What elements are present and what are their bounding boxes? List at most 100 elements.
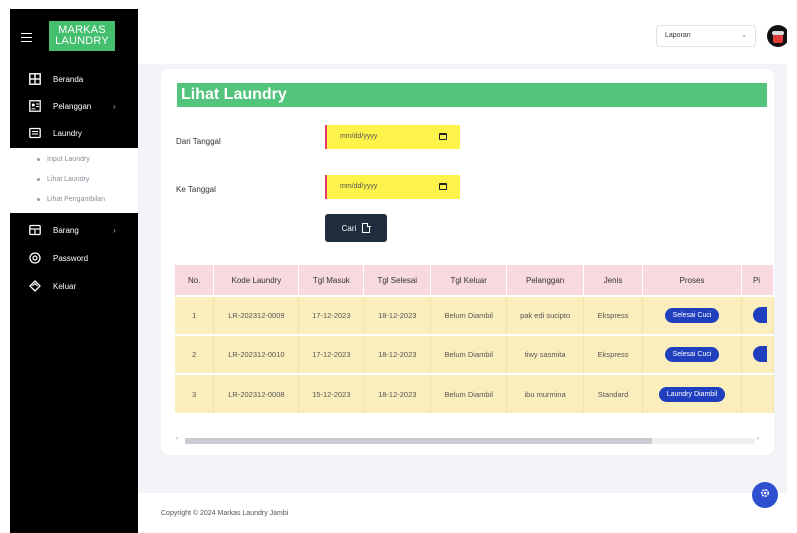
search-button-label: Cari: [341, 223, 357, 233]
laundry-table-wrapper[interactable]: No. Kode Laundry Tgl Masuk Tgl Selesai T…: [175, 265, 774, 413]
cell-tgl-masuk: 17-12-2023: [298, 295, 365, 335]
bullet-icon: [37, 197, 40, 201]
sidebar-item-label: Pelanggan: [53, 101, 92, 111]
sidebar-item-beranda[interactable]: Beranda: [10, 69, 138, 89]
column-header-jenis[interactable]: Jenis: [583, 265, 644, 296]
action-button[interactable]: [752, 345, 767, 362]
chevron-right-icon: ›: [113, 225, 116, 235]
cell-partial: [741, 334, 774, 374]
cell-no: 3: [175, 373, 215, 413]
chevron-right-icon: ›: [113, 101, 116, 111]
top-bar: Laporan ⌄: [138, 9, 787, 64]
report-select[interactable]: Laporan ⌄: [656, 25, 756, 47]
footer: Copyright © 2024 Markas Laundry Jambi: [138, 493, 787, 533]
cell-proses: Laundry Diambil: [642, 373, 742, 413]
sidebar-item-password[interactable]: Password: [10, 248, 138, 268]
submenu-item-lihat-pengambilan[interactable]: Lihat Pengambilan: [10, 192, 138, 206]
settings-fab-button[interactable]: [752, 482, 778, 508]
from-date-input[interactable]: mm/dd/yyyy: [325, 125, 460, 149]
proses-button[interactable]: Laundry Diambil: [658, 386, 726, 402]
sidebar-item-label: Barang: [53, 225, 79, 235]
cell-proses: Selesai Cuci: [642, 295, 742, 335]
avatar[interactable]: [767, 25, 787, 47]
submenu-item-label: Lihat Pengambilan: [47, 195, 105, 203]
at-icon: [29, 252, 41, 264]
cell-pelanggan: ibu murmina: [506, 373, 585, 413]
copyright-text: Copyright © 2024 Markas Laundry Jambi: [161, 510, 289, 517]
to-date-label: Ke Tanggal: [176, 185, 216, 194]
hamburger-menu-icon[interactable]: [21, 33, 32, 42]
cell-proses: Selesai Cuci: [642, 334, 742, 374]
from-date-label: Dari Tanggal: [176, 137, 221, 146]
proses-button[interactable]: Selesai Cuci: [664, 347, 720, 362]
horizontal-scrollbar[interactable]: ‹ ›: [175, 436, 765, 445]
cell-no: 2: [175, 334, 215, 374]
bullet-icon: [37, 157, 40, 161]
submenu-item-input-laundry[interactable]: Input Laundry: [10, 152, 138, 166]
calendar-icon[interactable]: [439, 183, 447, 190]
cell-kode-laundry: LR-202312-0010: [213, 334, 300, 374]
cell-tgl-masuk: 17-12-2023: [298, 334, 365, 374]
search-button[interactable]: Cari: [325, 214, 387, 242]
calendar-icon[interactable]: [439, 133, 447, 140]
cell-tgl-selesai: 18-12-2023: [363, 373, 432, 413]
sidebar-item-keluar[interactable]: Keluar: [10, 276, 138, 296]
proses-button[interactable]: Selesai Cuci: [664, 308, 720, 323]
cell-kode-laundry: LR-202312-0009: [213, 295, 300, 335]
sidebar-item-laundry[interactable]: Laundry: [10, 123, 138, 143]
scroll-left-arrow-icon[interactable]: ‹: [176, 436, 178, 442]
cell-jenis: Ekspress: [583, 334, 644, 374]
cell-kode-laundry: LR-202312-0008: [213, 373, 300, 413]
sidebar-item-label: Keluar: [53, 281, 77, 291]
cell-jenis: Standard: [583, 373, 644, 413]
sidebar-item-label: Beranda: [53, 74, 84, 84]
cell-tgl-selesai: 18-12-2023: [363, 295, 432, 335]
brand-logo[interactable]: MARKAS LAUNDRY: [49, 21, 115, 51]
lihat-laundry-card: Lihat Laundry Dari Tanggal mm/dd/yyyy Ke…: [161, 69, 774, 455]
column-header-tgl-masuk[interactable]: Tgl Masuk: [298, 265, 365, 296]
submenu-item-label: Input Laundry: [47, 155, 90, 163]
column-header-proses[interactable]: Proses: [642, 265, 742, 296]
column-header-tgl-keluar[interactable]: Tgl Keluar: [430, 265, 508, 296]
to-date-placeholder: mm/dd/yyyy: [340, 183, 378, 190]
laundry-submenu: Input Laundry Lihat Laundry Lihat Pengam…: [10, 148, 138, 213]
column-header-no[interactable]: No.: [175, 265, 215, 296]
from-date-placeholder: mm/dd/yyyy: [340, 133, 378, 140]
cell-tgl-keluar: Belum Diambil: [430, 334, 508, 374]
bullet-icon: [37, 177, 40, 181]
page-title: Lihat Laundry: [177, 83, 767, 107]
sidebar-item-pelanggan[interactable]: Pelanggan ›: [10, 96, 138, 116]
scroll-right-arrow-icon[interactable]: ›: [757, 436, 759, 442]
column-header-partial[interactable]: Pi: [741, 265, 774, 296]
cell-tgl-masuk: 15-12-2023: [298, 373, 365, 413]
sidebar-item-label: Laundry: [53, 128, 82, 138]
laundry-icon: [29, 127, 41, 139]
submenu-item-lihat-laundry[interactable]: Lihat Laundry: [10, 172, 138, 186]
file-icon: [362, 222, 371, 233]
box-icon: [29, 224, 41, 236]
cell-jenis: Ekspress: [583, 295, 644, 335]
chevron-down-icon: ⌄: [741, 32, 747, 39]
id-card-icon: [29, 100, 41, 112]
column-header-kode-laundry[interactable]: Kode Laundry: [213, 265, 300, 296]
sidebar-item-label: Password: [53, 253, 89, 263]
cell-tgl-selesai: 18-12-2023: [363, 334, 432, 374]
logout-icon: [29, 280, 41, 292]
cell-pelanggan: pak edi sucipto: [506, 295, 585, 335]
submenu-item-label: Lihat Laundry: [47, 175, 90, 183]
scrollbar-thumb[interactable]: [185, 438, 652, 444]
laundry-table: No. Kode Laundry Tgl Masuk Tgl Selesai T…: [175, 265, 774, 413]
cell-partial: [741, 373, 774, 413]
to-date-input[interactable]: mm/dd/yyyy: [325, 175, 460, 199]
column-header-tgl-selesai[interactable]: Tgl Selesai: [363, 265, 432, 296]
cell-tgl-keluar: Belum Diambil: [430, 295, 508, 335]
sidebar-item-barang[interactable]: Barang ›: [10, 220, 138, 240]
brand-row: MARKAS LAUNDRY: [10, 19, 138, 59]
table-row: 3 LR-202312-0008 15-12-2023 18-12-2023 B…: [175, 373, 774, 413]
brand-line-2: LAUNDRY: [55, 35, 109, 47]
column-header-pelanggan[interactable]: Pelanggan: [506, 265, 585, 296]
report-select-value: Laporan: [665, 32, 691, 39]
sidebar: MARKAS LAUNDRY Beranda Pelanggan › Laund…: [10, 9, 138, 533]
cell-partial: [741, 295, 774, 335]
action-button[interactable]: [752, 306, 767, 323]
